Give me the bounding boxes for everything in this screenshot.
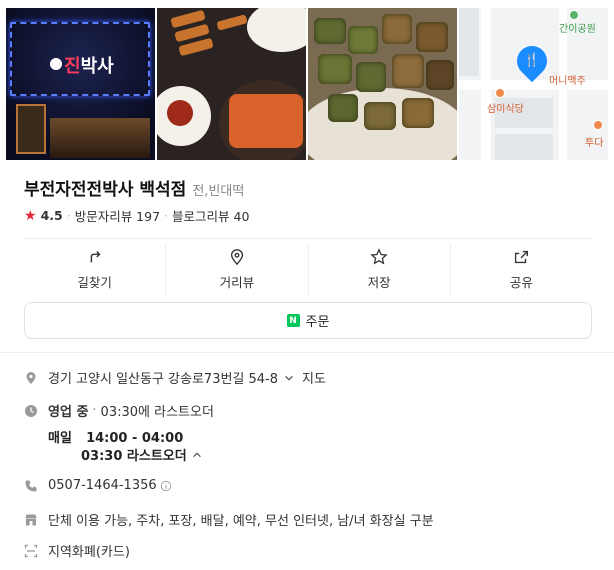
phone-icon xyxy=(25,480,37,491)
save-label: 저장 xyxy=(367,274,391,290)
visitor-review-link[interactable]: 방문자리뷰 197 xyxy=(75,206,160,225)
star-icon xyxy=(370,247,388,265)
park-poi-icon xyxy=(569,10,579,20)
phone-row: 0507-1464-1356 xyxy=(24,478,173,493)
map-label-place1: 머니맥주 xyxy=(549,76,586,87)
jeon-platter-photo[interactable] xyxy=(308,8,457,160)
share-icon xyxy=(515,250,529,263)
rating-summary: ★ 4.5 · 방문자리뷰 197 · 블로그리뷰 40 xyxy=(24,206,249,225)
jeon-piece xyxy=(178,37,214,57)
fried-piece xyxy=(314,18,346,44)
fried-piece xyxy=(416,22,448,52)
share-button[interactable]: 공유 xyxy=(451,244,592,294)
info-icon[interactable] xyxy=(159,480,173,492)
chevron-up-icon xyxy=(192,451,201,457)
storefront-photo[interactable]: 진박사 xyxy=(6,8,155,160)
restaurant-poi-icon xyxy=(593,120,603,130)
separator-dot: · xyxy=(66,208,71,223)
address-text: 경기 고양시 일산동구 강송로73번길 54-8 xyxy=(48,372,279,387)
last-order-detail-row[interactable]: 03:30 라스트오더 xyxy=(81,445,203,464)
directions-icon xyxy=(90,250,101,262)
save-button[interactable]: 저장 xyxy=(309,244,451,294)
store-sign: 진박사 xyxy=(64,56,114,77)
jeon-piece xyxy=(216,14,248,31)
chevron-down-icon[interactable] xyxy=(282,372,296,384)
storefront-interior xyxy=(50,118,150,158)
map-label-place2: 삼미식당 xyxy=(487,104,524,115)
address-row: 경기 고양시 일산동구 강송로73번길 54-8 지도 xyxy=(24,368,326,387)
divider xyxy=(24,238,592,239)
share-label: 공유 xyxy=(509,274,533,290)
fried-piece xyxy=(328,94,358,122)
place-name: 부전자전전박사 백석점 xyxy=(24,180,187,200)
separator-dot: · xyxy=(164,208,169,223)
fried-piece xyxy=(392,54,424,88)
hours-time: 14:00 - 04:00 xyxy=(86,431,184,446)
directions-label: 길찾기 xyxy=(77,274,112,290)
fried-piece xyxy=(318,54,352,84)
map-block xyxy=(459,8,479,76)
store-icon xyxy=(25,514,37,525)
fried-piece xyxy=(402,98,434,128)
payment-row: 지역화폐(카드) xyxy=(24,541,130,560)
naver-n-icon: N xyxy=(286,314,300,327)
clock-icon xyxy=(25,404,37,417)
hours-day: 매일 xyxy=(48,431,72,446)
street-view-button[interactable]: 거리뷰 xyxy=(166,244,309,294)
amenities-row: 단체 이용 가능, 주차, 포장, 배달, 예약, 무선 인터넷, 남/녀 화장… xyxy=(24,510,434,529)
fried-piece xyxy=(356,62,386,92)
directions-button[interactable]: 길찾기 xyxy=(24,244,167,294)
storefront-door xyxy=(16,104,46,154)
phone-number[interactable]: 0507-1464-1356 xyxy=(48,478,157,493)
fried-piece xyxy=(364,102,396,130)
sauce-dish xyxy=(167,100,193,126)
amenities-text: 단체 이용 가능, 주차, 포장, 배달, 예약, 무선 인터넷, 남/녀 화장… xyxy=(48,514,434,529)
hours-detail: 매일 14:00 - 04:00 xyxy=(48,427,183,446)
rating-star-icon: ★ xyxy=(24,207,37,224)
pancake xyxy=(229,94,303,148)
map-road xyxy=(481,8,491,160)
last-order-detail: 03:30 라스트오더 xyxy=(81,449,187,464)
menu-food-photo[interactable] xyxy=(157,8,306,160)
street-view-label: 거리뷰 xyxy=(219,274,255,290)
action-bar: 길찾기 거리뷰 저장 공유 xyxy=(24,244,592,294)
map-thumbnail[interactable]: 간이공원 머니맥주 삼미식당 투다 🍴 xyxy=(459,8,608,160)
map-block xyxy=(495,134,553,160)
payment-text: 지역화폐(카드) xyxy=(48,545,130,560)
restaurant-poi-icon xyxy=(495,88,505,98)
map-label-park: 간이공원 xyxy=(559,24,596,35)
location-pin-icon: 🍴 xyxy=(510,39,554,83)
fried-piece xyxy=(382,14,412,44)
scan-icon xyxy=(24,544,38,557)
divider xyxy=(0,352,614,353)
plate xyxy=(247,8,306,52)
open-status: 영업 중 xyxy=(48,405,89,420)
street-view-icon xyxy=(230,248,243,265)
blog-review-link[interactable]: 블로그리뷰 40 xyxy=(172,206,249,225)
order-button[interactable]: N 주문 xyxy=(24,302,592,339)
location-icon xyxy=(26,371,36,384)
rating-value: 4.5 xyxy=(40,208,63,223)
map-link[interactable]: 지도 xyxy=(302,368,326,387)
sign-logo-dot xyxy=(50,58,62,70)
separator-dot: · xyxy=(92,403,97,418)
place-header: 부전자전전박사 백석점 전,빈대떡 xyxy=(24,175,244,200)
place-category: 전,빈대떡 xyxy=(192,184,245,199)
map-label-place3: 투다 xyxy=(585,138,604,149)
last-order-summary: 03:30에 라스트오더 xyxy=(100,405,214,420)
photo-gallery[interactable]: 진박사 간이공원 머니맥주 삼미식당 투다 🍴 xyxy=(6,8,608,160)
status-row: 영업 중 · 03:30에 라스트오더 xyxy=(24,401,214,420)
fried-piece xyxy=(348,26,378,54)
fried-piece xyxy=(426,60,454,90)
order-label: 주문 xyxy=(305,315,330,330)
